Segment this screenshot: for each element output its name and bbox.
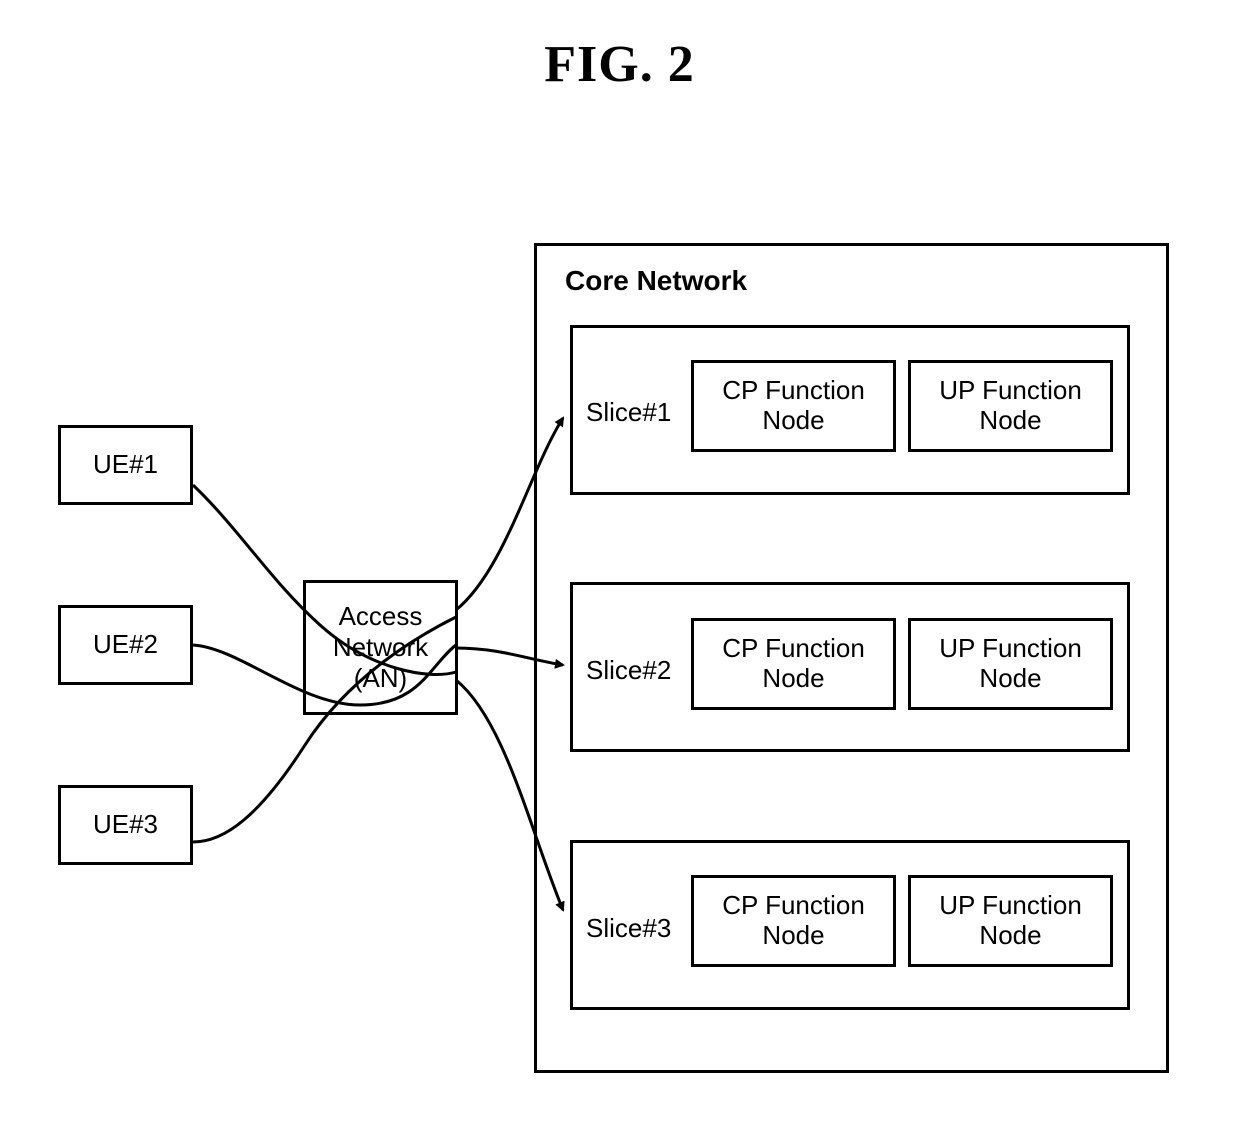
up-function-node-1: UP Function Node: [908, 360, 1113, 452]
ue-label: UE#3: [93, 809, 158, 840]
cp-label: CP Function Node: [696, 634, 891, 694]
up-label: UP Function Node: [913, 376, 1108, 436]
cp-function-node-1: CP Function Node: [691, 360, 896, 452]
up-label: UP Function Node: [913, 634, 1108, 694]
access-network-border-overlay: [303, 580, 458, 715]
up-function-node-3: UP Function Node: [908, 875, 1113, 967]
slice-label: Slice#2: [586, 655, 671, 686]
diagram-stage: FIG. 2 UE#1 UE#2 UE#3 Access Network (AN…: [0, 0, 1239, 1143]
ue-label: UE#1: [93, 449, 158, 480]
core-network-title: Core Network: [565, 265, 747, 297]
slice-label: Slice#1: [586, 397, 671, 428]
cp-function-node-2: CP Function Node: [691, 618, 896, 710]
figure-title: FIG. 2: [0, 35, 1239, 94]
ue-box-1: UE#1: [58, 425, 193, 505]
ue-label: UE#2: [93, 629, 158, 660]
ue-box-2: UE#2: [58, 605, 193, 685]
cp-label: CP Function Node: [696, 891, 891, 951]
up-label: UP Function Node: [913, 891, 1108, 951]
up-function-node-2: UP Function Node: [908, 618, 1113, 710]
cp-function-node-3: CP Function Node: [691, 875, 896, 967]
slice-label: Slice#3: [586, 913, 671, 944]
ue-box-3: UE#3: [58, 785, 193, 865]
cp-label: CP Function Node: [696, 376, 891, 436]
